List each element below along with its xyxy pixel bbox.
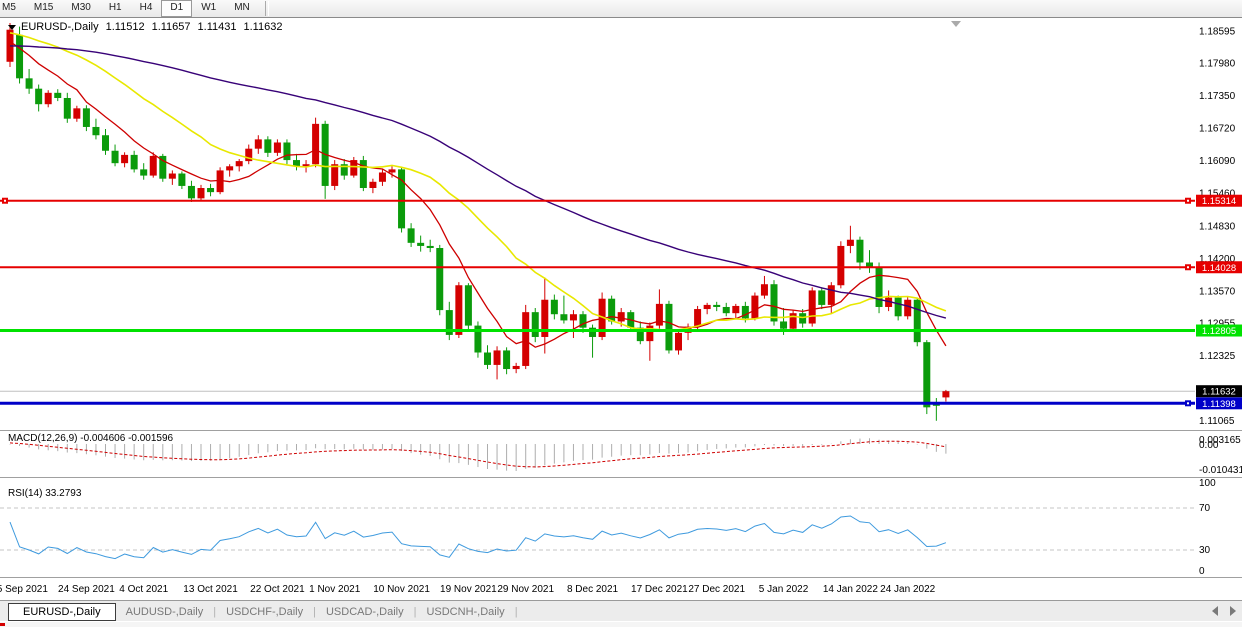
svg-text:1.11065: 1.11065 [1199, 416, 1235, 427]
price-chart-canvas[interactable]: MACD(12,26,9) -0.004606 -0.001596 RSI(14)… [0, 18, 1242, 600]
tab-scroll-arrows [1212, 606, 1236, 616]
svg-text:1.17980: 1.17980 [1199, 58, 1236, 69]
svg-text:14 Jan 2022: 14 Jan 2022 [823, 584, 878, 595]
chart-area[interactable]: MACD(12,26,9) -0.004606 -0.001596 RSI(14)… [0, 18, 1242, 600]
timeframe-toolbar: M5M15M30H1H4D1W1MN [0, 0, 1242, 18]
timeframe-button-mn[interactable]: MN [225, 0, 259, 17]
svg-text:1.16090: 1.16090 [1199, 156, 1236, 167]
chart-tabs: EURUSD-,DailyAUDUSD-,Daily | USDCHF-,Daily… [0, 603, 518, 621]
svg-text:70: 70 [1199, 503, 1211, 514]
svg-text:1.12805: 1.12805 [1202, 326, 1236, 337]
svg-text:30: 30 [1199, 545, 1211, 556]
date-axis: 15 Sep 2021 24 Sep 2021 4 Oct 2021 13 Oct 2… [0, 584, 936, 595]
symbol-name: EURUSD-,Daily [21, 21, 99, 33]
indicator-labels: MACD(12,26,9) -0.004606 -0.001596 RSI(14)… [8, 433, 174, 499]
chart-tab-usdcnh[interactable]: USDCNH-,Daily [416, 604, 514, 620]
svg-text:17 Dec 2021: 17 Dec 2021 [631, 584, 688, 595]
ma-line-8 [10, 42, 946, 348]
svg-text:22 Oct 2021: 22 Oct 2021 [250, 584, 305, 595]
timeframe-button-h4[interactable]: H4 [131, 0, 162, 17]
svg-text:1.18595: 1.18595 [1199, 27, 1236, 38]
svg-text:10 Nov 2021: 10 Nov 2021 [373, 584, 430, 595]
svg-text:29 Nov 2021: 29 Nov 2021 [497, 584, 554, 595]
svg-text:0: 0 [1199, 566, 1205, 577]
svg-text:0.00: 0.00 [1199, 440, 1219, 451]
svg-text:13 Oct 2021: 13 Oct 2021 [183, 584, 238, 595]
price-axis: 1.185951.179801.173501.167201.160901.154… [1199, 27, 1242, 578]
timeframe-button-d1[interactable]: D1 [161, 0, 192, 17]
timeframe-button-w1[interactable]: W1 [192, 0, 225, 17]
hline-badge-1.15314: 1.15314 [1196, 195, 1242, 208]
timeframe-button-m15[interactable]: M15 [25, 0, 62, 17]
corner-mark [0, 623, 5, 626]
status-strip [0, 621, 1242, 627]
svg-text:-0.010431: -0.010431 [1199, 465, 1242, 476]
tab-scroll-right-icon[interactable] [1230, 606, 1236, 616]
chart-shift-marker-icon [951, 21, 961, 27]
svg-text:1.15314: 1.15314 [1202, 196, 1236, 207]
toolbar-separator [265, 1, 269, 16]
svg-text:1.12325: 1.12325 [1199, 351, 1236, 362]
ohlc-close: 1.11632 [243, 21, 282, 33]
ohlc-low: 1.11431 [198, 21, 237, 33]
chart-tab-audusd[interactable]: AUDUSD-,Daily [116, 604, 214, 620]
hline-1.14028[interactable] [0, 264, 1195, 270]
svg-text:1.14028: 1.14028 [1202, 263, 1236, 274]
chart-tabs-bar: EURUSD-,DailyAUDUSD-,Daily | USDCHF-,Daily… [0, 600, 1242, 622]
ohlc-high: 1.11657 [152, 21, 191, 33]
ma-line-21 [10, 33, 946, 331]
chart-tab-usdcad[interactable]: USDCAD-,Daily [316, 604, 414, 620]
hline-badge-1.14028: 1.14028 [1196, 261, 1242, 274]
svg-text:19 Nov 2021: 19 Nov 2021 [440, 584, 497, 595]
chart-tab-usdchf[interactable]: USDCHF-,Daily [216, 604, 313, 620]
symbol-dropdown-icon[interactable] [8, 25, 16, 30]
svg-text:15 Sep 2021: 15 Sep 2021 [0, 584, 48, 595]
hline-badge-1.12805: 1.12805 [1196, 325, 1242, 338]
ohlc-open: 1.11512 [106, 21, 145, 33]
hline-1.15314[interactable] [0, 198, 1195, 204]
svg-text:1.14830: 1.14830 [1199, 221, 1236, 232]
svg-text:1.13570: 1.13570 [1199, 286, 1236, 297]
tab-divider: | [515, 606, 518, 618]
rsi-pane [0, 508, 1195, 550]
chart-tab-eurusd[interactable]: EURUSD-,Daily [8, 603, 116, 621]
rsi-label: RSI(14) 33.2793 [8, 488, 82, 499]
ma-line-55 [10, 46, 946, 318]
timeframe-buttons: M5M15M30H1H4D1W1MN [0, 0, 259, 17]
svg-text:27 Dec 2021: 27 Dec 2021 [688, 584, 745, 595]
svg-text:8 Dec 2021: 8 Dec 2021 [567, 584, 619, 595]
tab-scroll-left-icon[interactable] [1212, 606, 1218, 616]
chart-symbol-header: EURUSD-,Daily 1.11512 1.11657 1.11431 1.1163… [8, 21, 282, 33]
svg-text:24 Sep 2021: 24 Sep 2021 [58, 584, 115, 595]
mt4-window: M5M15M30H1H4D1W1MN MACD(12,26,9) -0.0046… [0, 0, 1242, 627]
candlesticks [7, 23, 950, 421]
svg-text:1 Nov 2021: 1 Nov 2021 [309, 584, 361, 595]
hline-1.11398[interactable] [0, 400, 1195, 406]
svg-text:1.16720: 1.16720 [1199, 123, 1236, 134]
rsi-line [10, 516, 946, 559]
svg-text:4 Oct 2021: 4 Oct 2021 [119, 584, 168, 595]
timeframe-button-h1[interactable]: H1 [100, 0, 131, 17]
hline-badge-1.11398: 1.11398 [1196, 397, 1242, 410]
svg-text:1.17350: 1.17350 [1199, 91, 1236, 102]
timeframe-button-m30[interactable]: M30 [62, 0, 99, 17]
current-price-badge: 1.11632 [1196, 385, 1242, 398]
svg-text:5 Jan 2022: 5 Jan 2022 [759, 584, 809, 595]
timeframe-button-m5[interactable]: M5 [0, 0, 25, 17]
svg-text:1.11632: 1.11632 [1202, 387, 1236, 398]
svg-text:24 Jan 2022: 24 Jan 2022 [880, 584, 935, 595]
macd-label: MACD(12,26,9) -0.004606 -0.001596 [8, 433, 174, 444]
svg-text:1.11398: 1.11398 [1202, 399, 1236, 410]
svg-text:100: 100 [1199, 478, 1216, 489]
